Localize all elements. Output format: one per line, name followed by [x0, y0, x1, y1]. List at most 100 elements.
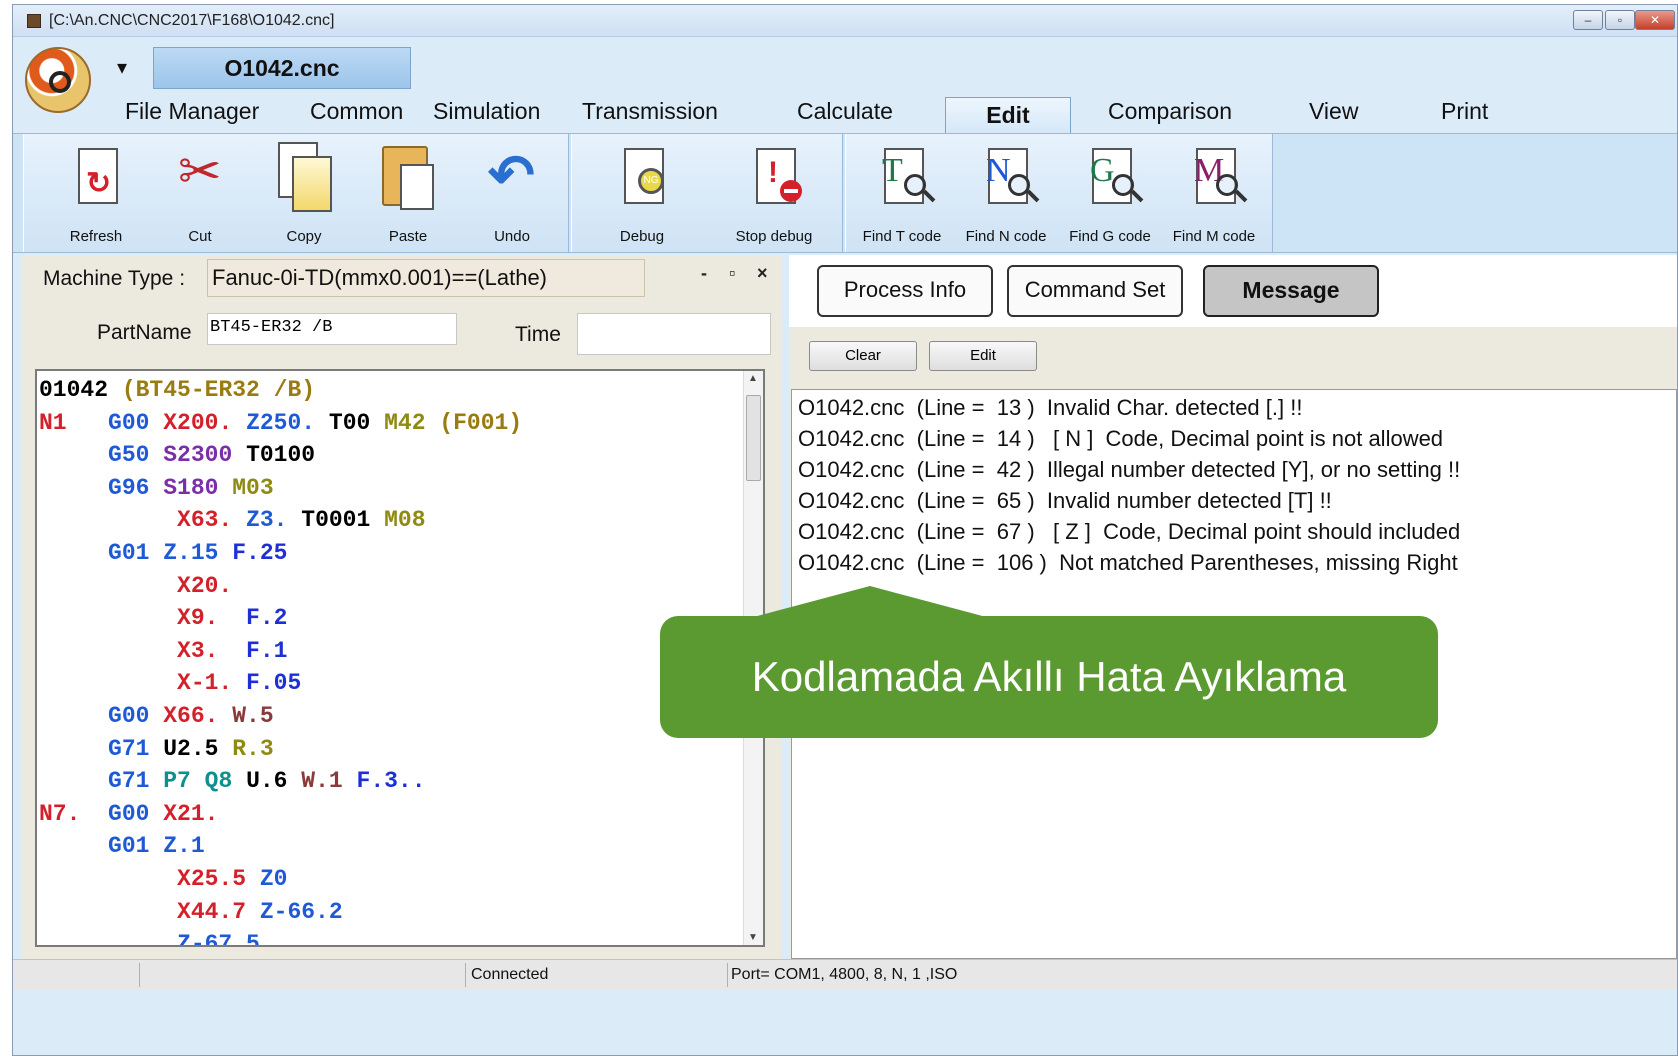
message-item[interactable]: O1042.cnc (Line = 13 ) Invalid Char. det… [798, 394, 1302, 422]
code-token: F.2 [246, 605, 288, 632]
code-line[interactable]: X44.7 Z-66.2 [39, 897, 343, 927]
code-line[interactable]: X9. F.2 [39, 603, 287, 633]
refresh-icon: ↻ [64, 142, 128, 214]
code-line[interactable]: 01042 (BT45-ER32 /B) [39, 375, 315, 405]
code-line[interactable]: X-1. F.05 [39, 668, 301, 698]
nc-code-editor[interactable]: 01042 (BT45-ER32 /B) N1 G00 X200. Z250. T… [35, 369, 765, 947]
code-token: (F001) [439, 409, 523, 436]
message-item[interactable]: O1042.cnc (Line = 14 ) [ N ] Code, Decim… [798, 425, 1443, 453]
code-token: N1 [39, 409, 109, 436]
tab-print[interactable]: Print [1441, 97, 1488, 125]
code-line[interactable]: N7. G00 X21. [39, 799, 218, 829]
minimize-button[interactable]: – [1573, 10, 1603, 30]
copy-button[interactable]: Copy [254, 142, 354, 250]
code-line[interactable]: N1 G00 X200. Z250. T00 M42 (F001) [39, 408, 522, 438]
find-g-code-button[interactable]: G Find G code [1060, 142, 1160, 250]
find-t-code-button[interactable]: T Find T code [852, 142, 952, 250]
code-token: F.05 [246, 670, 302, 697]
partname-input[interactable]: BT45-ER32 /B [207, 313, 457, 345]
code-token: X66. [163, 703, 233, 729]
code-token: G01 [39, 833, 164, 860]
tab-file-manager[interactable]: File Manager [125, 97, 259, 125]
code-token: G00 [108, 409, 164, 436]
code-token: G71 [39, 735, 164, 762]
right-tabs: Process Info Command Set Message [789, 255, 1677, 327]
message-item[interactable]: O1042.cnc (Line = 65 ) Invalid number de… [798, 487, 1332, 515]
cut-button[interactable]: ✂ Cut [150, 142, 250, 250]
undo-button[interactable]: ↶ Undo [462, 142, 562, 250]
code-token: T0100 [246, 442, 316, 469]
code-line[interactable]: G01 Z.1 [39, 831, 205, 861]
debug-label: Debug [619, 228, 665, 245]
message-item[interactable]: O1042.cnc (Line = 42 ) Illegal number de… [798, 456, 1460, 484]
code-token: X44.7 [39, 898, 260, 925]
code-line[interactable]: X25.5 Z0 [39, 864, 287, 894]
panel-float-button[interactable]: ▫ [729, 263, 735, 284]
paste-button[interactable]: Paste [358, 142, 458, 250]
find-m-code-button[interactable]: M Find M code [1164, 142, 1264, 250]
code-scrollbar-thumb[interactable] [746, 395, 761, 481]
machine-type-label: Machine Type : [43, 267, 186, 290]
code-token: S2300 [163, 442, 247, 469]
code-line[interactable]: Z-67.5 [39, 929, 260, 945]
close-button[interactable]: ✕ [1635, 10, 1675, 30]
code-line[interactable]: X3. F.1 [39, 636, 287, 666]
status-bar: Connected Port= COM1, 4800, 8, N, 1 ,ISO [13, 959, 1677, 989]
tab-message[interactable]: Message [1203, 265, 1379, 317]
feature-callout: Kodlamada Akıllı Hata Ayıklama [660, 616, 1438, 738]
app-window: [C:\An.CNC\CNC2017\F168\O1042.cnc] – ▫ ✕… [12, 4, 1678, 1056]
code-token: R.3 [232, 735, 274, 762]
code-token: X21. [163, 800, 219, 827]
stop-debug-label: Stop debug [735, 228, 813, 245]
tab-calculate[interactable]: Calculate [797, 97, 893, 125]
tab-view[interactable]: View [1309, 97, 1358, 125]
app-logo-icon[interactable] [25, 47, 91, 113]
find-n-code-label: Find N code [965, 228, 1047, 245]
tab-common[interactable]: Common [310, 97, 403, 125]
code-line[interactable]: G71 P7 Q8 U.6 W.1 F.3.. [39, 766, 426, 796]
tab-command-set[interactable]: Command Set [1007, 265, 1183, 317]
code-line[interactable]: G96 S180 M03 [39, 473, 274, 503]
find-n-code-button[interactable]: N Find N code [956, 142, 1056, 250]
panel-pin-button[interactable]: - [701, 263, 707, 284]
editor-panel: Machine Type : Fanuc-0i-TD(mmx0.001)==(L… [21, 255, 781, 961]
panel-close-button[interactable]: × [757, 263, 768, 284]
app-icon [27, 14, 41, 28]
tab-edit[interactable]: Edit [945, 97, 1071, 137]
message-item[interactable]: O1042.cnc (Line = 67 ) [ Z ] Code, Decim… [798, 518, 1460, 546]
stop-debug-icon: ! [742, 142, 806, 214]
code-line[interactable]: G71 U2.5 R.3 [39, 734, 274, 764]
find-t-code-icon: T [870, 142, 936, 214]
tab-process-info[interactable]: Process Info [817, 265, 993, 317]
undo-icon: ↶ [488, 143, 535, 206]
debug-button[interactable]: NG Debug [592, 142, 692, 250]
code-line[interactable]: G50 S2300 T0100 [39, 440, 315, 470]
code-token: N7. [39, 800, 109, 827]
message-item[interactable]: O1042.cnc (Line = 106 ) Not matched Pare… [798, 549, 1458, 577]
tab-comparison[interactable]: Comparison [1108, 97, 1232, 125]
find-g-code-icon: G [1078, 142, 1144, 214]
refresh-button[interactable]: ↻ Refresh [46, 142, 146, 250]
code-line[interactable]: X20. [39, 571, 232, 601]
edit-button[interactable]: Edit [929, 341, 1037, 371]
maximize-button[interactable]: ▫ [1605, 10, 1635, 30]
code-line[interactable]: X63. Z3. T0001 M08 [39, 505, 426, 535]
copy-icon [272, 142, 336, 214]
stop-debug-button[interactable]: ! Stop debug [724, 142, 824, 250]
find-t-code-label: Find T code [862, 228, 942, 245]
machine-type-select[interactable]: Fanuc-0i-TD(mmx0.001)==(Lathe) [207, 259, 645, 297]
quick-access-dropdown-icon[interactable]: ▾ [117, 55, 127, 80]
find-n-code-icon: N [974, 142, 1040, 214]
code-token: Q8 [204, 768, 247, 795]
code-token: X20. [39, 572, 233, 599]
time-input[interactable] [577, 313, 771, 355]
find-m-code-icon: M [1182, 142, 1248, 214]
connection-status: Connected [471, 966, 549, 983]
tab-transmission[interactable]: Transmission [582, 97, 718, 125]
clear-button[interactable]: Clear [809, 341, 917, 371]
tab-simulation[interactable]: Simulation [433, 97, 540, 125]
code-line[interactable]: G00 X66. W.5 [39, 701, 274, 731]
code-line[interactable]: G01 Z.15 F.25 [39, 538, 287, 568]
code-token: M08 [384, 507, 426, 534]
callout-pointer [750, 586, 990, 618]
